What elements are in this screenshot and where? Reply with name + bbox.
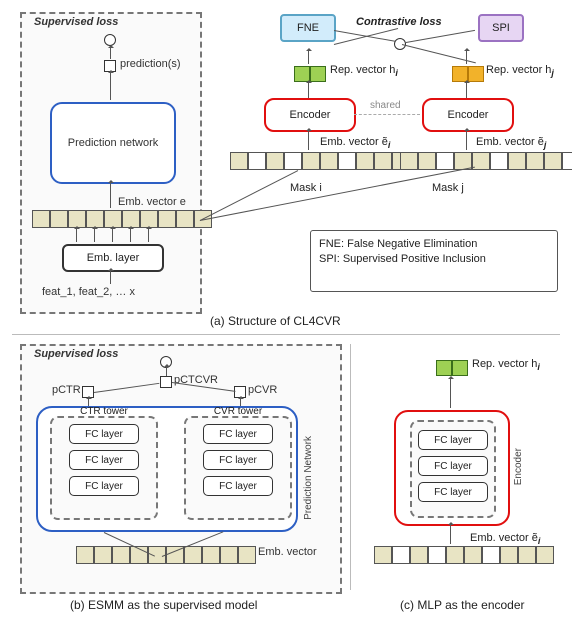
prediction-output-label: prediction(s) <box>120 58 181 70</box>
encoder-outer-box: FC layer FC layer FC layer Encoder <box>394 410 510 526</box>
prediction-network-label: Prediction network <box>68 137 159 149</box>
arrow-up-icon <box>466 50 467 64</box>
arrow-up-icon <box>308 50 309 64</box>
arrow-up-icon <box>466 130 467 150</box>
arrow-up-icon <box>94 228 95 242</box>
fne-box: FNE <box>280 14 336 42</box>
arrow-up-icon <box>76 228 77 242</box>
fne-label: FNE <box>297 22 319 34</box>
arrow-up-icon <box>130 228 131 242</box>
fc-layer: FC layer <box>69 450 139 470</box>
spi-box: SPI <box>478 14 524 42</box>
mlp-encoder-panel: Rep. vector hi FC layer FC layer FC laye… <box>360 344 556 590</box>
supervised-loss-title: Supervised loss <box>34 16 118 28</box>
supervised-panel: Supervised loss prediction(s) Prediction… <box>20 12 202 314</box>
caption-a: (a) Structure of CL4CVR <box>210 314 341 328</box>
encoder-right-label: Encoder <box>448 109 489 121</box>
fc-layer: FC layer <box>69 476 139 496</box>
emb-vector-right-label: Emb. vector ẽj <box>476 136 546 150</box>
arrow-up-icon <box>450 378 451 408</box>
arrow-up-icon <box>450 524 451 544</box>
masked-emb-right-cells <box>400 152 572 170</box>
pctcvr-node <box>160 376 172 388</box>
fc-layer: FC layer <box>418 456 488 476</box>
cvr-tower: CVR tower FC layer FC layer FC layer <box>184 416 292 520</box>
emb-vector-cells <box>32 210 212 228</box>
arrow-up-icon <box>112 228 113 242</box>
arrow-up-icon <box>148 228 149 242</box>
divider-line-vertical <box>350 344 351 590</box>
fc-layer: FC layer <box>418 430 488 450</box>
shared-line-icon <box>354 114 420 115</box>
encoder-side-label: Encoder <box>513 448 524 485</box>
features-label: feat_1, feat_2, … x <box>42 286 135 298</box>
rep-vector-right-label: Rep. vector hj <box>486 64 554 78</box>
emb-vector-e-label: Emb. vector e <box>118 196 187 208</box>
rep-vector-left-label: Rep. vector hi <box>330 64 398 78</box>
encoder-left-label: Encoder <box>290 109 331 121</box>
cvr-tower-label: CVR tower <box>186 406 290 417</box>
mask-right-label: Mask j <box>432 182 464 194</box>
line-icon <box>334 28 398 45</box>
emb-vector-label-b: Emb. vector <box>258 546 317 558</box>
arrow-up-icon <box>110 47 111 59</box>
encoder-inner-box: FC layer FC layer FC layer <box>410 420 496 518</box>
esmm-panel: Supervised loss pCTR pCTCVR pCVR CTR tow… <box>20 344 342 594</box>
ctr-tower-label: CTR tower <box>52 406 156 417</box>
emb-vector-left-label: Emb. vector ẽi <box>320 136 390 150</box>
caption-b: (b) ESMM as the supervised model <box>70 598 257 612</box>
supervised-loss-title-b: Supervised loss <box>34 348 118 360</box>
masked-emb-left-cells <box>230 152 410 170</box>
spi-label: SPI <box>492 22 510 34</box>
arrow-up-icon <box>466 82 467 98</box>
arrow-up-icon <box>308 82 309 98</box>
shared-label: shared <box>370 100 401 111</box>
fc-layer: FC layer <box>203 450 273 470</box>
fc-layer: FC layer <box>203 476 273 496</box>
prediction-network-box: Prediction network <box>50 102 176 184</box>
pcvr-label: pCVR <box>248 384 277 396</box>
prediction-network-big: CTR tower FC layer FC layer FC layer CVR… <box>36 406 298 532</box>
emb-vector-label-c: Emb. vector ẽi <box>470 532 540 546</box>
legend-line-1: FNE: False Negative Elimination <box>319 237 549 252</box>
legend-box: FNE: False Negative Elimination SPI: Sup… <box>310 230 558 292</box>
prediction-network-side-label: Prediction Network <box>303 436 314 520</box>
contrastive-loss-title: Contrastive loss <box>356 16 442 28</box>
figure-page: Supervised loss prediction(s) Prediction… <box>0 0 572 622</box>
rep-vector-label-c: Rep. vector hi <box>472 358 540 372</box>
embedding-layer-label: Emb. layer <box>87 252 140 264</box>
fc-layer: FC layer <box>69 424 139 444</box>
legend-line-2: SPI: Supervised Positive Inclusion <box>319 252 549 267</box>
arrow-up-icon <box>110 182 111 208</box>
line-icon <box>200 170 299 221</box>
fc-layer: FC layer <box>203 424 273 444</box>
arrow-up-icon <box>110 72 111 100</box>
fc-layer: FC layer <box>418 482 488 502</box>
arrow-up-icon <box>110 270 111 284</box>
arrow-up-icon <box>166 366 167 376</box>
mask-left-label: Mask i <box>290 182 322 194</box>
caption-c: (c) MLP as the encoder <box>400 598 525 612</box>
pctr-label: pCTR <box>52 384 81 396</box>
divider-line <box>12 334 560 335</box>
arrow-up-icon <box>308 130 309 150</box>
line-icon <box>406 30 475 43</box>
line-icon <box>94 383 160 393</box>
masked-emb-cells-c <box>374 546 554 564</box>
ctr-tower: CTR tower FC layer FC layer FC layer <box>50 416 158 520</box>
